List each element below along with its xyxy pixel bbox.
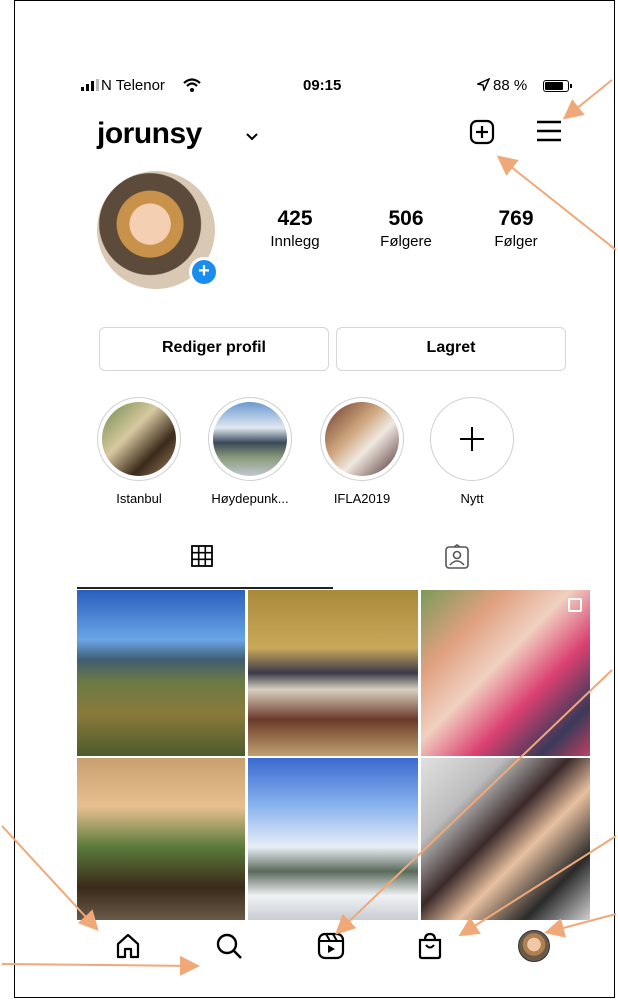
- phone-screen: N Telenor 09:15 88 % jorunsy + 425 Innle…: [77, 59, 590, 979]
- new-post-icon[interactable]: [469, 119, 495, 150]
- highlight-hoydepunkter[interactable]: Høydepunk...: [205, 397, 295, 506]
- edit-profile-button[interactable]: Rediger profil: [99, 327, 329, 371]
- following-count: 769: [498, 207, 534, 230]
- shop-icon[interactable]: [417, 932, 443, 965]
- following-label: Følger: [494, 233, 538, 250]
- plus-icon: [460, 427, 484, 451]
- posts-label: Innlegg: [270, 233, 320, 250]
- bottom-navigation: [77, 920, 590, 979]
- highlight-istanbul[interactable]: Istanbul: [94, 397, 184, 506]
- menu-icon[interactable]: [535, 119, 563, 148]
- reels-icon[interactable]: [317, 932, 345, 965]
- search-icon[interactable]: [215, 932, 243, 965]
- add-story-icon[interactable]: +: [189, 257, 219, 287]
- carrier-name: N Telenor: [101, 77, 165, 94]
- tagged-icon[interactable]: [444, 543, 470, 575]
- followers-label: Følgere: [380, 233, 432, 250]
- carousel-icon: [568, 598, 582, 612]
- screenshot-frame: N Telenor 09:15 88 % jorunsy + 425 Innle…: [14, 0, 615, 998]
- highlight-label: IFLA2019: [333, 491, 391, 506]
- followers-count: 506: [388, 207, 424, 230]
- highlight-new[interactable]: Nytt: [427, 397, 517, 506]
- stat-followers[interactable]: 506 Følgere: [361, 207, 451, 250]
- battery-percent: 88 %: [493, 77, 528, 94]
- profile-avatar[interactable]: [518, 930, 550, 962]
- wifi-icon: [183, 78, 201, 96]
- home-icon[interactable]: [115, 932, 141, 965]
- status-bar: N Telenor 09:15 88 %: [77, 77, 590, 99]
- post-thumbnail[interactable]: [421, 758, 590, 920]
- post-thumbnail[interactable]: [77, 590, 245, 756]
- post-thumbnail[interactable]: [248, 590, 418, 756]
- signal-icon: [81, 79, 99, 91]
- active-tab-indicator: [77, 587, 333, 589]
- stat-following[interactable]: 769 Følger: [471, 207, 561, 250]
- posts-grid: [77, 590, 590, 920]
- grid-icon[interactable]: [190, 544, 214, 573]
- chevron-down-icon[interactable]: [245, 129, 259, 147]
- post-thumbnail[interactable]: [77, 758, 245, 920]
- highlight-ifla2019[interactable]: IFLA2019: [317, 397, 407, 506]
- highlight-label: Istanbul: [116, 491, 162, 506]
- status-time: 09:15: [303, 77, 342, 94]
- location-arrow-icon: [475, 77, 491, 95]
- profile-username[interactable]: jorunsy: [97, 117, 202, 151]
- stat-posts[interactable]: 425 Innlegg: [250, 207, 340, 250]
- battery-icon: [543, 80, 572, 92]
- highlight-label: Nytt: [460, 491, 484, 506]
- post-thumbnail[interactable]: [421, 590, 590, 756]
- saved-button[interactable]: Lagret: [336, 327, 566, 371]
- post-thumbnail[interactable]: [248, 758, 418, 920]
- posts-count: 425: [277, 207, 313, 230]
- highlight-label: Høydepunk...: [211, 491, 289, 506]
